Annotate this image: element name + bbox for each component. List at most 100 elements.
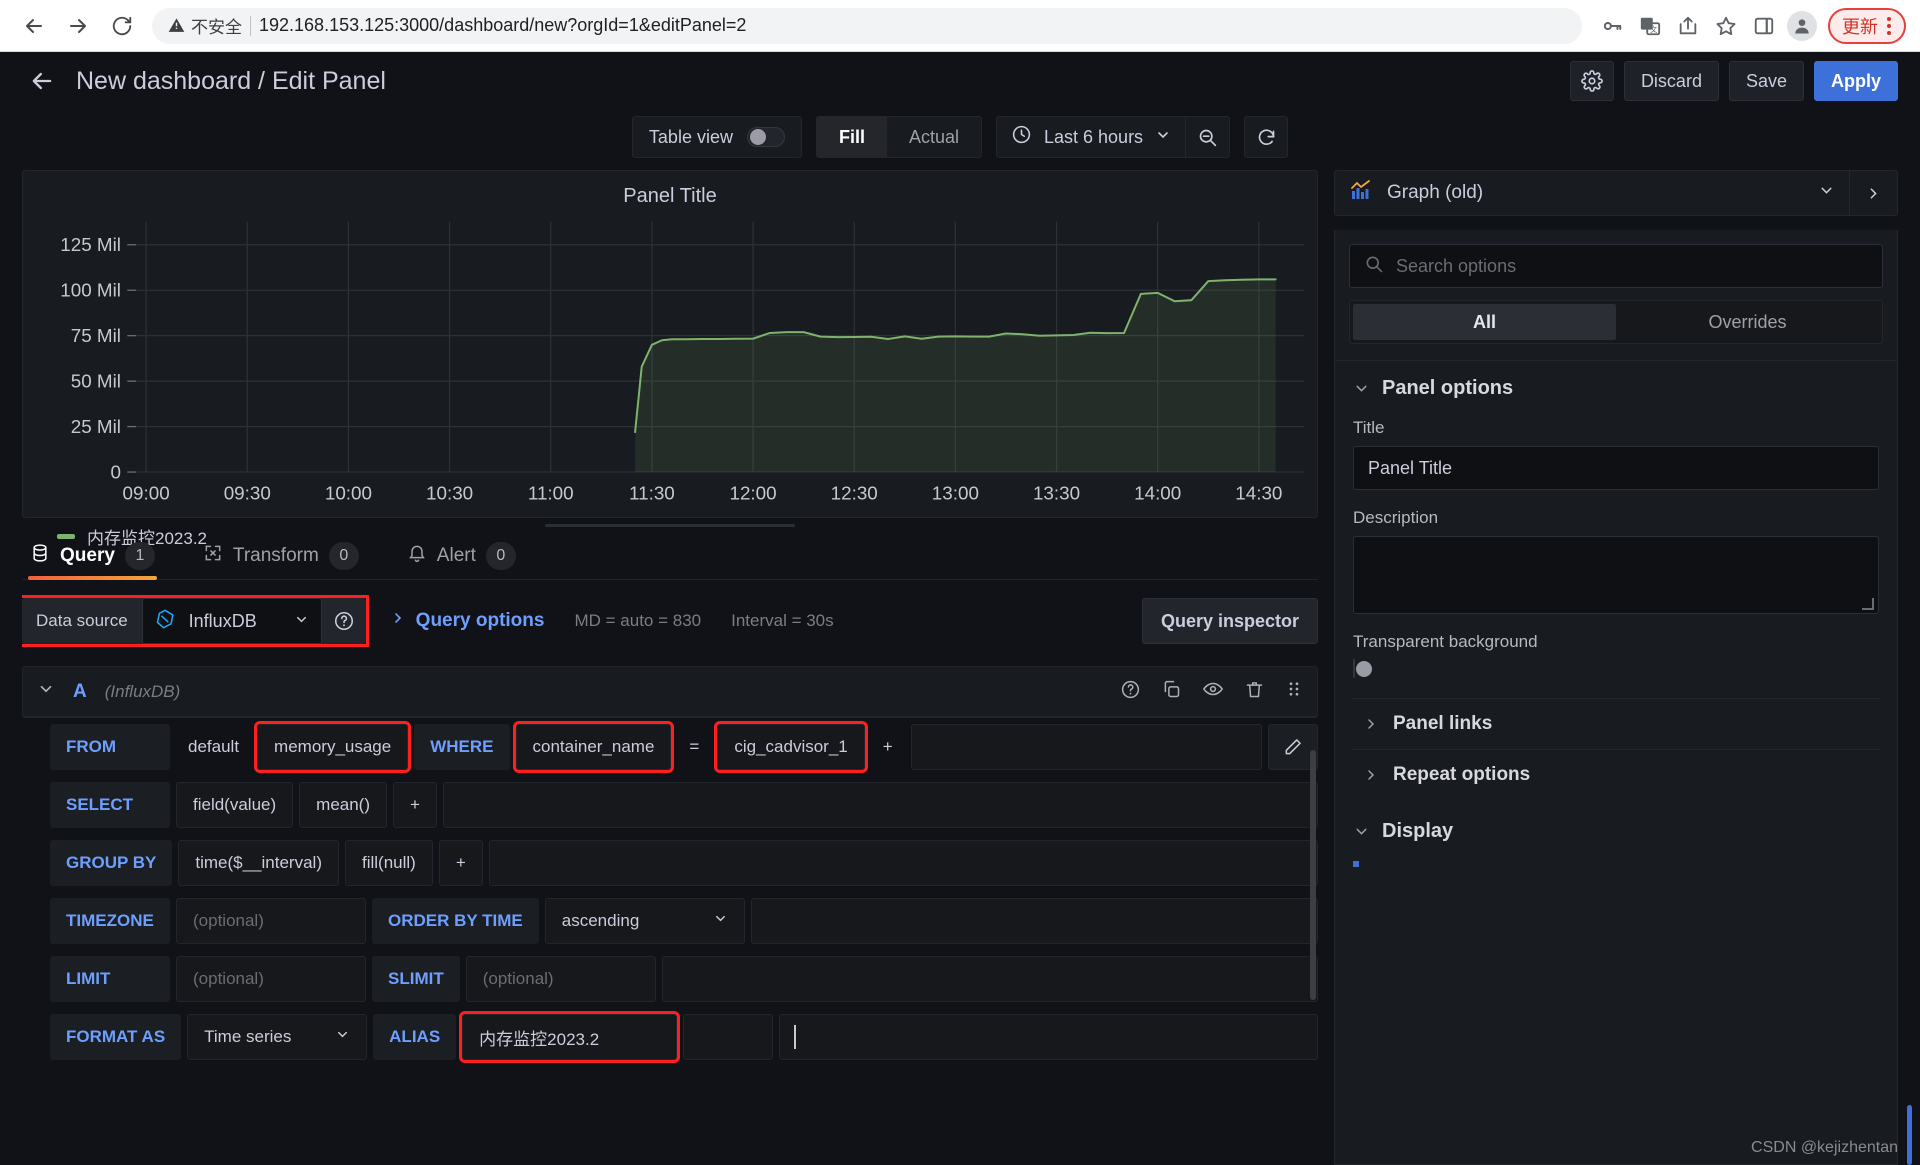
visualization-panel: Panel Title 0 25 Mil 50 Mil 75 Mil 100 Mil 12… (22, 170, 1318, 548)
query-editor-scroll[interactable]: Data source InfluxDB Query options MD = … (22, 580, 1318, 1165)
timezone-input[interactable]: (optional) (176, 898, 366, 944)
repeat-options-label: Repeat options (1393, 764, 1531, 785)
datasource-label: Data source (22, 598, 142, 644)
tab-overrides[interactable]: Overrides (1616, 304, 1879, 340)
tab-alert[interactable]: Alert 0 (405, 533, 518, 579)
table-view-toggle[interactable]: Table view (631, 116, 802, 158)
transform-icon (203, 543, 223, 569)
collapse-options-pane-button[interactable] (1849, 171, 1897, 215)
tab-transform[interactable]: Transform 0 (201, 533, 361, 579)
tab-transform-count: 0 (328, 542, 359, 570)
where-add-button[interactable]: + (871, 724, 905, 770)
datasource-picker-group[interactable]: Data source InfluxDB (22, 595, 369, 647)
panel-options-section: Panel options Title Panel Title Descript… (1335, 361, 1897, 867)
formatas-select[interactable]: Time series (187, 1014, 368, 1060)
title-input[interactable]: Panel Title (1353, 446, 1879, 490)
svg-text:75 Mil: 75 Mil (71, 325, 121, 346)
alias-input[interactable]: 内存监控2023.2 (459, 1011, 681, 1063)
from-measurement[interactable]: memory_usage (254, 721, 412, 773)
side-panel-icon[interactable] (1746, 8, 1782, 44)
svg-text:125 Mil: 125 Mil (60, 234, 121, 255)
tab-all[interactable]: All (1353, 304, 1616, 340)
orderby-select[interactable]: ascending (544, 898, 745, 944)
query-scrollbar[interactable] (1310, 750, 1316, 1000)
forward-arrow-icon[interactable] (58, 6, 98, 46)
clock-icon (1011, 124, 1032, 150)
where-tag-value[interactable]: cig_cadvisor_1 (714, 721, 868, 773)
panel-links-section[interactable]: Panel links (1353, 698, 1879, 749)
svg-text:13:30: 13:30 (1033, 483, 1080, 504)
zoom-out-icon[interactable] (1185, 117, 1229, 157)
query-from-row: FROM default memory_usage WHERE containe… (22, 718, 1318, 776)
chrome-update-button[interactable]: 更新 (1828, 7, 1906, 44)
address-bar[interactable]: 不安全 192.168.153.125:3000/dashboard/new?o… (152, 7, 1582, 44)
svg-text:14:30: 14:30 (1235, 483, 1282, 504)
select-aggregation[interactable]: mean() (299, 782, 388, 828)
translate-icon[interactable]: 文 (1632, 8, 1668, 44)
groupby-time[interactable]: time($__interval) (178, 840, 339, 886)
chevron-right-icon (390, 610, 406, 632)
back-arrow-icon[interactable] (22, 61, 62, 101)
query-options-toggle[interactable]: Query options (390, 610, 544, 632)
gear-icon[interactable] (1569, 61, 1614, 101)
panel-options-title: Panel options (1382, 377, 1514, 399)
help-circle-icon[interactable] (1120, 679, 1141, 705)
repeat-options-section[interactable]: Repeat options (1353, 749, 1879, 800)
where-operator[interactable]: = (677, 724, 711, 770)
svg-text:11:00: 11:00 (528, 483, 574, 504)
bookmark-star-icon[interactable] (1708, 8, 1744, 44)
graph-canvas[interactable]: 0 25 Mil 50 Mil 75 Mil 100 Mil 125 Mil 09:00 09… (23, 212, 1317, 520)
from-policy[interactable]: default (176, 724, 251, 770)
where-tag-key[interactable]: container_name (512, 721, 675, 773)
password-key-icon[interactable] (1594, 8, 1630, 44)
tab-query[interactable]: Query 1 (28, 533, 157, 580)
groupby-keyword: GROUP BY (50, 840, 173, 886)
profile-avatar-icon[interactable] (1784, 8, 1820, 44)
query-text-area[interactable] (779, 1014, 1318, 1060)
fill-option[interactable]: Fill (816, 117, 887, 157)
collapse-chevron-icon[interactable] (37, 680, 55, 703)
reload-icon[interactable] (102, 6, 142, 46)
description-textarea[interactable] (1353, 536, 1879, 614)
eye-icon[interactable] (1202, 678, 1224, 705)
query-datasource-name: (InfluxDB) (104, 681, 181, 701)
chrome-menu-icon[interactable] (1882, 16, 1896, 35)
query-options[interactable]: Query options MD = auto = 830 Interval =… (390, 610, 834, 632)
slimit-input[interactable]: (optional) (465, 956, 656, 1002)
security-warning[interactable]: 不安全 (168, 13, 242, 38)
alias-keyword: ALIAS (373, 1014, 457, 1060)
update-label: 更新 (1842, 16, 1878, 37)
table-view-switch[interactable] (746, 127, 785, 147)
groupby-add-button[interactable]: + (438, 840, 483, 886)
svg-text:09:00: 09:00 (123, 483, 170, 504)
groupby-fill[interactable]: fill(null) (344, 840, 433, 886)
datasource-select[interactable]: InfluxDB (141, 598, 322, 644)
share-icon[interactable] (1670, 8, 1706, 44)
actual-option[interactable]: Actual (887, 117, 981, 157)
apply-button[interactable]: Apply (1813, 61, 1898, 101)
refresh-icon[interactable] (1244, 116, 1289, 158)
select-field[interactable]: field(value) (176, 782, 294, 828)
bell-icon (407, 543, 427, 569)
panel-options-header[interactable]: Panel options (1353, 377, 1879, 400)
display-section-header[interactable]: Display (1353, 820, 1879, 843)
back-arrow-icon[interactable] (14, 6, 54, 46)
panel-type-button[interactable]: Graph (old) (1335, 178, 1849, 208)
drag-handle-icon[interactable] (1285, 680, 1303, 703)
help-circle-icon[interactable] (321, 598, 366, 644)
query-letter[interactable]: A (73, 681, 87, 703)
limit-input[interactable]: (optional) (176, 956, 366, 1002)
duplicate-icon[interactable] (1161, 679, 1182, 705)
time-range-button[interactable]: Last 6 hours (997, 124, 1185, 150)
orderby-value: ascending (561, 911, 640, 930)
search-options-field[interactable]: Search options (1349, 244, 1883, 288)
discard-button[interactable]: Discard (1623, 61, 1719, 101)
chevron-down-icon (1353, 823, 1370, 840)
query-inspector-button[interactable]: Query inspector (1141, 598, 1318, 644)
svg-text:14:00: 14:00 (1134, 483, 1181, 504)
panel-type-picker[interactable]: Graph (old) (1334, 170, 1898, 216)
trash-icon[interactable] (1244, 679, 1265, 705)
save-button[interactable]: Save (1728, 61, 1804, 101)
select-add-button[interactable]: + (393, 782, 437, 828)
transparent-background-switch[interactable] (1353, 659, 1372, 678)
